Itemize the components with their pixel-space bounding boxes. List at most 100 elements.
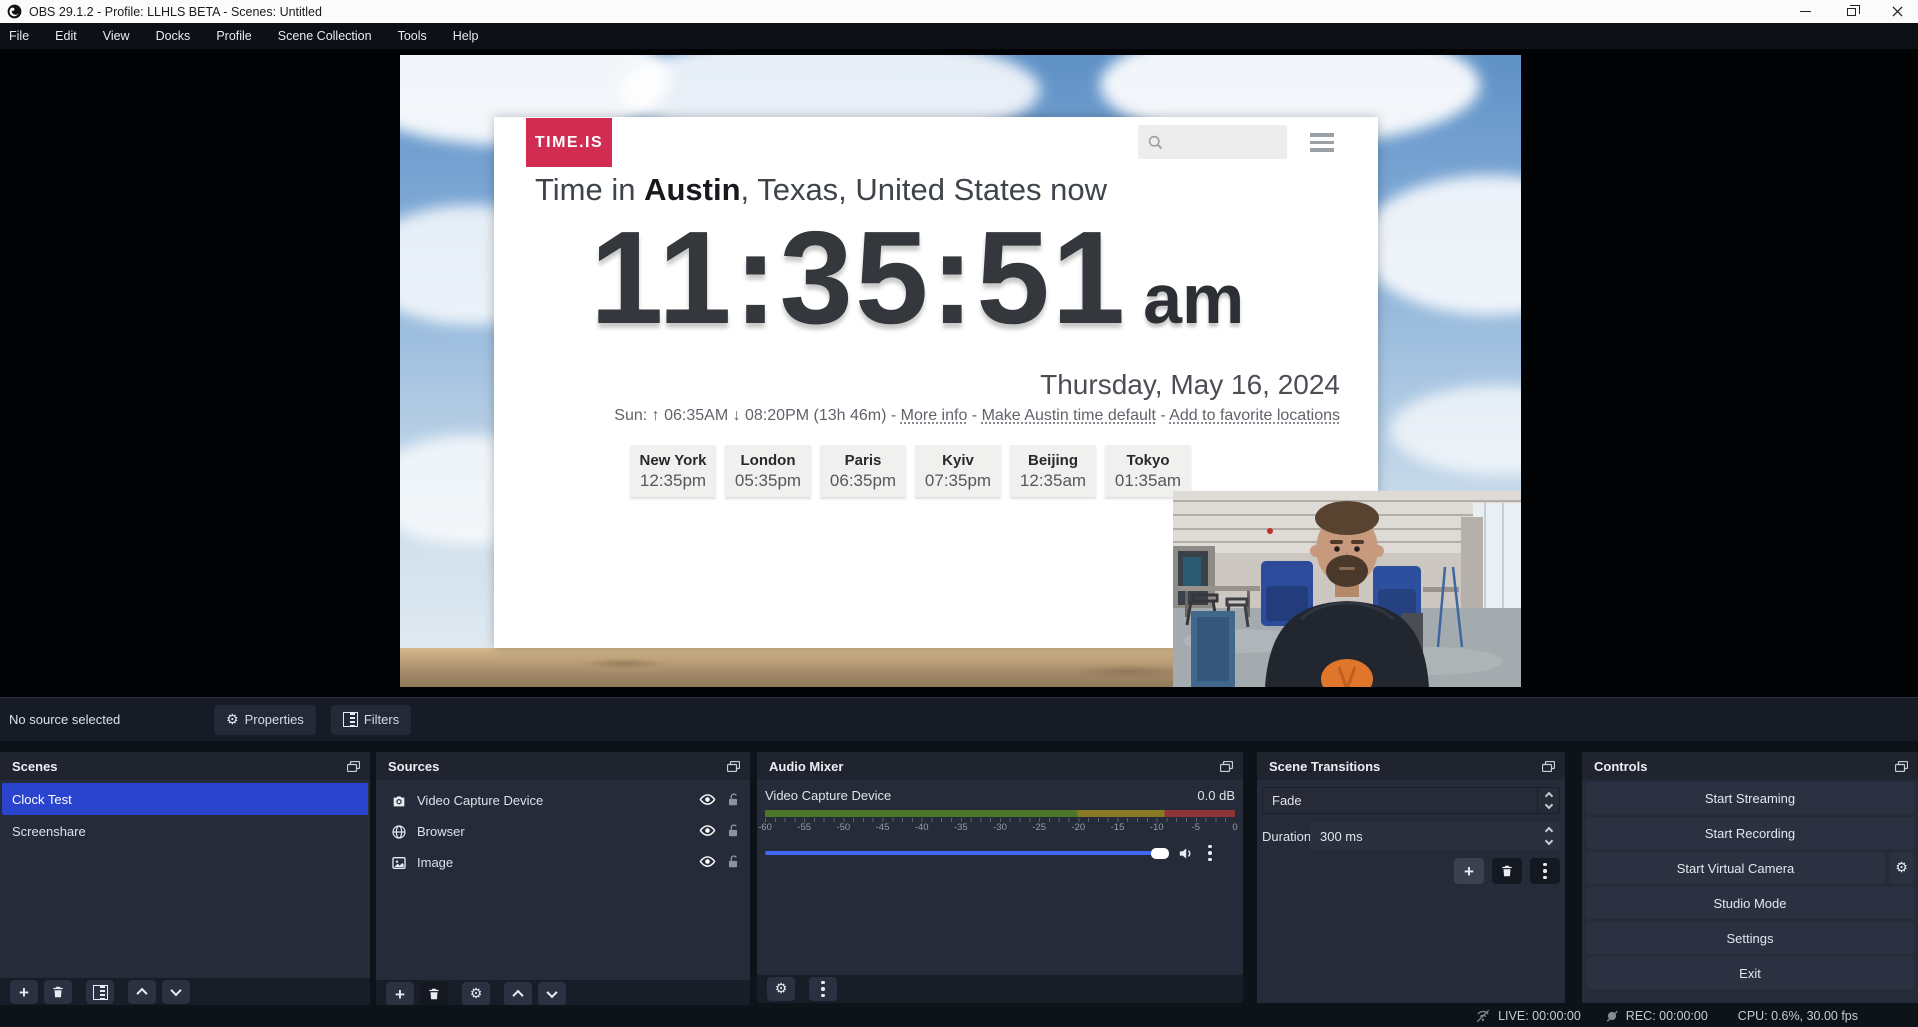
gear-icon: ⚙ — [226, 713, 239, 727]
menu-help[interactable]: Help — [440, 23, 492, 49]
remove-transition-button[interactable] — [1492, 858, 1522, 884]
clock-time: 11:35:51 — [590, 204, 1127, 351]
make-default-link: Make Austin time default — [982, 407, 1156, 424]
source-item-browser[interactable]: Browser — [376, 816, 750, 847]
record-inactive-icon — [1605, 1009, 1619, 1023]
chevron-up-icon — [136, 988, 147, 999]
audio-mixer-body: Video Capture Device 0.0 dB -60-55-50-45… — [757, 780, 1243, 1003]
volume-slider[interactable] — [765, 840, 1167, 866]
menu-tools[interactable]: Tools — [385, 23, 440, 49]
restore-button[interactable] — [1834, 0, 1868, 23]
dock-area: Scenes Clock Test Screenshare + Sources — [0, 741, 1918, 1005]
scene-item-clock-test[interactable]: Clock Test — [2, 783, 368, 815]
city-box: London05:35pm — [725, 445, 811, 497]
spinner-chevrons[interactable] — [1546, 822, 1552, 850]
window-titlebar: OBS 29.1.2 - Profile: LLHLS BETA - Scene… — [0, 0, 1918, 23]
close-icon — [1892, 6, 1903, 17]
popout-icon[interactable] — [727, 761, 740, 772]
scenes-panel: Scenes Clock Test Screenshare + — [0, 752, 370, 1003]
menu-profile[interactable]: Profile — [203, 23, 264, 49]
hamburger-menu-icon — [1310, 133, 1334, 152]
obs-logo-icon — [7, 4, 22, 19]
start-streaming-button[interactable]: Start Streaming — [1586, 782, 1914, 814]
popout-icon[interactable] — [1542, 761, 1555, 772]
duration-label: Duration — [1262, 829, 1310, 844]
add-transition-button[interactable]: + — [1454, 858, 1484, 884]
search-icon — [1147, 134, 1164, 151]
program-canvas[interactable]: TIME.IS Time in Austin, Texas, United St… — [400, 55, 1521, 687]
transition-properties-kebab[interactable] — [1530, 858, 1560, 884]
plus-icon: + — [19, 984, 29, 1001]
duration-row: Duration 300 ms — [1262, 822, 1560, 850]
clock-ampm: am — [1143, 260, 1244, 338]
exit-button[interactable]: Exit — [1586, 957, 1914, 989]
settings-button[interactable]: Settings — [1586, 922, 1914, 954]
favorite-link: Add to favorite locations — [1169, 407, 1340, 424]
add-source-button[interactable]: + — [386, 982, 414, 1006]
move-scene-down-button[interactable] — [162, 980, 190, 1004]
mixer-channel-row: Video Capture Device 0.0 dB — [765, 788, 1235, 803]
visibility-eye-icon[interactable] — [699, 793, 716, 809]
virtual-camera-settings-button[interactable]: ⚙ — [1889, 852, 1914, 884]
visibility-eye-icon[interactable] — [699, 855, 716, 871]
studio-mode-button[interactable]: Studio Mode — [1586, 887, 1914, 919]
lock-icon[interactable] — [726, 823, 740, 841]
city-box: Tokyo01:35am — [1105, 445, 1191, 497]
lock-icon[interactable] — [726, 854, 740, 872]
move-source-up-button[interactable] — [504, 982, 532, 1006]
volume-slider-row — [765, 840, 1235, 866]
controls-panel: Controls Start Streaming Start Recording… — [1582, 752, 1918, 1003]
source-item-video-capture[interactable]: Video Capture Device — [376, 785, 750, 816]
window-title: OBS 29.1.2 - Profile: LLHLS BETA - Scene… — [29, 5, 322, 19]
source-properties-button[interactable]: ⚙ — [462, 982, 490, 1006]
live-status: LIVE: 00:00:00 — [1475, 1009, 1581, 1023]
lock-icon[interactable] — [726, 792, 740, 810]
menu-scene-collection[interactable]: Scene Collection — [265, 23, 385, 49]
remove-source-button[interactable] — [420, 982, 448, 1006]
audio-mixer-header: Audio Mixer — [757, 752, 1243, 780]
filter-icon — [343, 712, 358, 727]
menu-edit[interactable]: Edit — [42, 23, 90, 49]
source-status-text: No source selected — [9, 712, 214, 727]
restore-icon — [1847, 8, 1856, 16]
menu-view[interactable]: View — [90, 23, 143, 49]
scene-item-screenshare[interactable]: Screenshare — [2, 815, 368, 847]
menu-docks[interactable]: Docks — [143, 23, 204, 49]
filter-icon — [93, 985, 108, 1000]
clock-display: 11:35:51am — [590, 205, 1244, 350]
move-scene-up-button[interactable] — [128, 980, 156, 1004]
timeis-search-input — [1138, 125, 1287, 159]
filters-button[interactable]: Filters — [331, 705, 411, 735]
properties-button[interactable]: ⚙ Properties — [214, 705, 316, 735]
volume-meter — [765, 810, 1235, 817]
world-cities-row: New York12:35pm London05:35pm Paris06:35… — [630, 445, 1191, 497]
advanced-audio-button[interactable]: ⚙ — [767, 977, 795, 1001]
popout-icon[interactable] — [1220, 761, 1233, 772]
source-item-image[interactable]: Image — [376, 847, 750, 878]
mixer-channel-name: Video Capture Device — [765, 788, 891, 803]
globe-icon — [390, 824, 407, 840]
trash-icon — [51, 985, 65, 999]
menu-file[interactable]: File — [0, 23, 42, 49]
popout-icon[interactable] — [347, 761, 360, 772]
start-virtual-camera-button[interactable]: Start Virtual Camera — [1586, 852, 1885, 884]
remove-scene-button[interactable] — [44, 980, 72, 1004]
city-box: New York12:35pm — [630, 445, 716, 497]
mixer-menu-button[interactable] — [809, 977, 837, 1001]
transition-dropdown[interactable]: Fade — [1262, 787, 1560, 814]
volume-slider-handle[interactable] — [1151, 848, 1169, 859]
start-recording-button[interactable]: Start Recording — [1586, 817, 1914, 849]
channel-menu-kebab[interactable] — [1208, 845, 1212, 862]
move-source-down-button[interactable] — [538, 982, 566, 1006]
add-scene-button[interactable]: + — [10, 980, 38, 1004]
visibility-eye-icon[interactable] — [699, 824, 716, 840]
close-button[interactable] — [1880, 0, 1914, 23]
mute-speaker-icon[interactable] — [1177, 845, 1194, 862]
minimize-button[interactable] — [1788, 0, 1822, 23]
source-select-bar: No source selected ⚙ Properties Filters — [0, 697, 1918, 741]
popout-icon[interactable] — [1895, 761, 1908, 772]
city-box: Beijing12:35am — [1010, 445, 1096, 497]
scene-filters-button[interactable] — [86, 980, 114, 1004]
duration-spinbox[interactable]: 300 ms — [1310, 822, 1560, 850]
cpu-status: CPU: 0.6%, 30.00 fps — [1738, 1009, 1858, 1023]
